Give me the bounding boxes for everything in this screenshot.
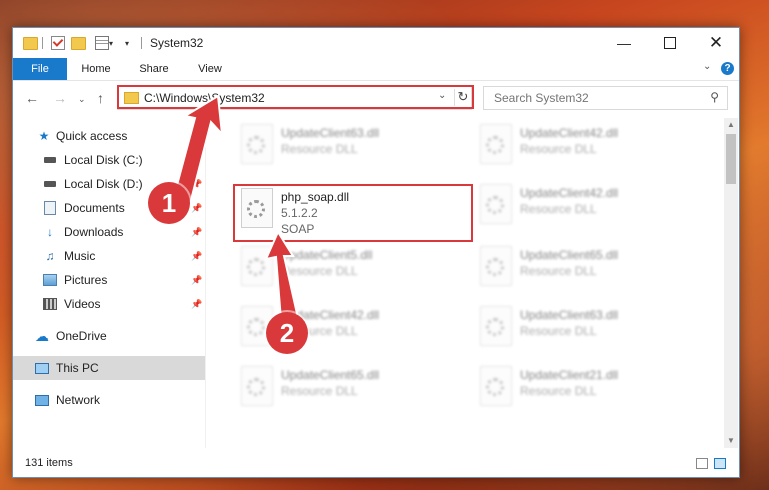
step-badge-2: 2 xyxy=(266,312,308,354)
step-badge-1: 1 xyxy=(148,182,190,224)
callout-arrow-1 xyxy=(171,94,300,322)
arrow-to-file xyxy=(264,229,300,322)
